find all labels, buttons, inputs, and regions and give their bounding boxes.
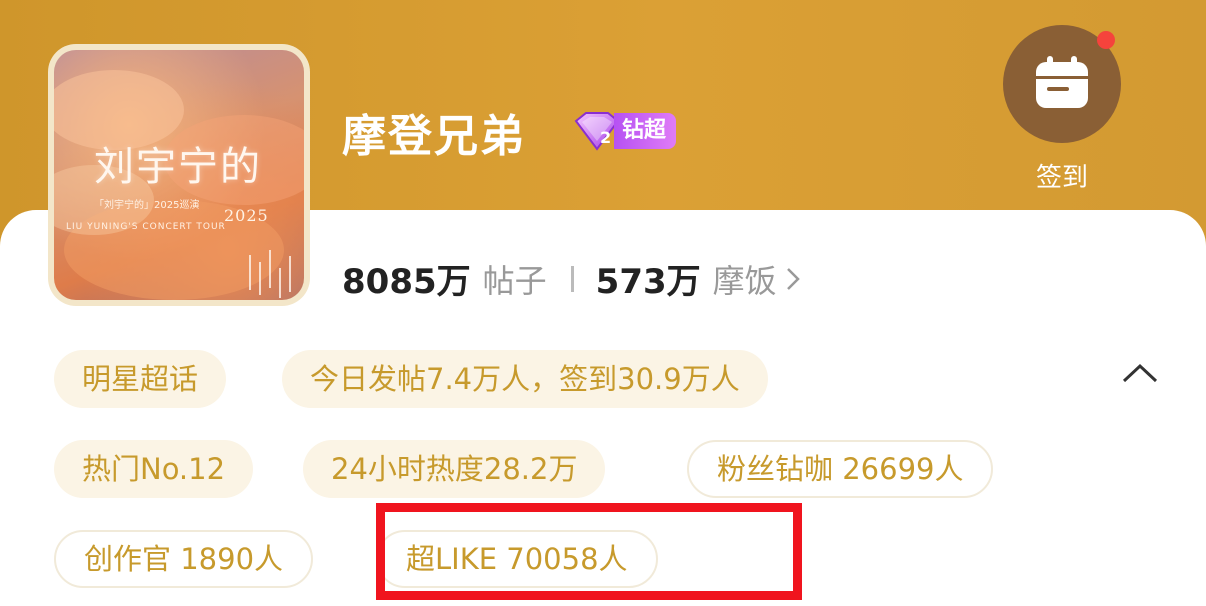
chevron-up-icon[interactable] [1122, 362, 1158, 384]
notification-dot [1097, 31, 1115, 49]
chevron-right-icon [786, 267, 800, 290]
topic-stats[interactable]: 8085万 帖子 573万 摩饭 [342, 254, 801, 303]
tag-diamond-fans[interactable]: 粉丝钻咖 26699人 [687, 440, 994, 498]
cover-tour-art: LIU YUNING'S CONCERT TOUR [66, 222, 226, 232]
badge-level: 2 [600, 128, 611, 147]
fans-count: 573万 [595, 262, 701, 302]
tag-24h-heat[interactable]: 24小时热度28.2万 [303, 440, 606, 498]
stats-divider [570, 265, 574, 292]
checkin-label: 签到 [1035, 163, 1088, 193]
checkin-button[interactable]: 签到 [1003, 25, 1121, 194]
tag-creators[interactable]: 创作官 1890人 [54, 530, 314, 588]
tag-hot-rank[interactable]: 热门No.12 [54, 440, 254, 498]
fans-label: 摩饭 [712, 261, 777, 300]
diamond-super-badge[interactable]: 2 钻超 [570, 111, 677, 151]
topic-cover-image[interactable]: 刘宇宁的 「刘宇宁的」2025巡演 LIU YUNING'S CONCERT T… [48, 44, 310, 306]
topic-title: 摩登兄弟 [342, 111, 526, 162]
cover-year-art: 2025 [224, 206, 269, 225]
tag-category[interactable]: 明星超话 [54, 350, 227, 408]
checkin-circle[interactable] [1003, 25, 1121, 143]
calendar-icon [1036, 56, 1088, 108]
posts-label: 帖子 [482, 261, 547, 300]
cover-subtitle-art: 「刘宇宁的」2025巡演 [94, 200, 200, 211]
cover-title-art: 刘宇宁的 [94, 144, 262, 190]
posts-count: 8085万 [342, 262, 471, 302]
badge-label: 钻超 [614, 113, 677, 149]
tag-today-activity[interactable]: 今日发帖7.4万人，签到30.9万人 [282, 350, 768, 408]
highlight-box [376, 503, 802, 600]
cover-artwork: 刘宇宁的 「刘宇宁的」2025巡演 LIU YUNING'S CONCERT T… [54, 50, 304, 300]
